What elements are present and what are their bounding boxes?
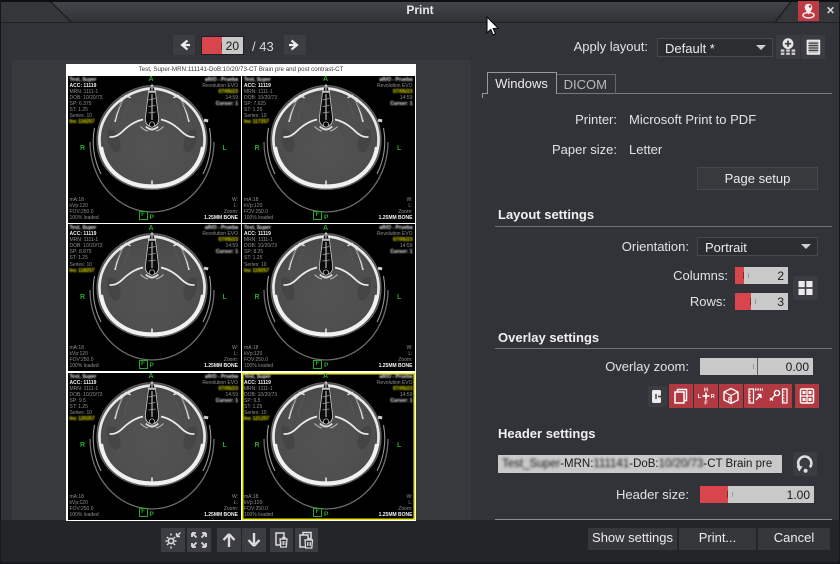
svg-text:H: H xyxy=(704,388,708,394)
svg-text:R: R xyxy=(711,394,715,400)
svg-text:R: R xyxy=(728,398,733,404)
svg-text:L: L xyxy=(698,394,702,400)
svg-text:F: F xyxy=(704,401,708,407)
